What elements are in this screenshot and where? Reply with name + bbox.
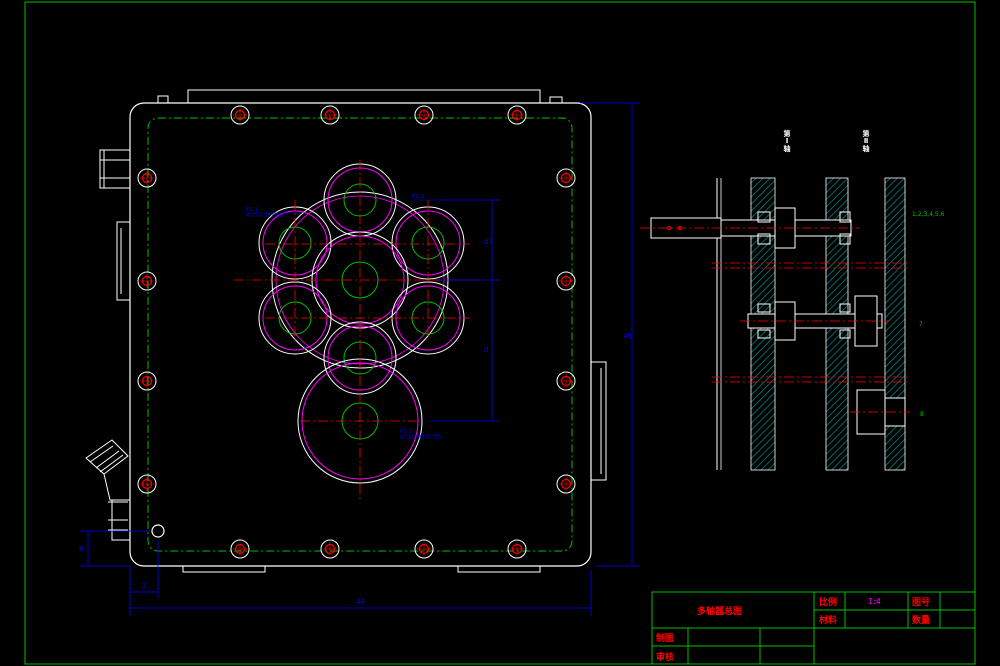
title-quantity-label: 数量 (912, 614, 930, 626)
bolt-hole (230, 539, 250, 559)
dim-bottom-overall: 48 (356, 598, 365, 606)
bolt-hole (507, 539, 527, 559)
gear-note-c-sub: m=3 z=40 d=120 (400, 435, 441, 441)
gear-note-a-sub: m=3 z=22 d=66 (246, 213, 284, 219)
part-note-3: 8 (920, 411, 924, 418)
gear-note-c-title: FS-3 (400, 429, 413, 435)
bolt-hole (137, 271, 157, 291)
dim-center-lower: d (484, 346, 488, 354)
title-scale-label: 比例 (819, 596, 837, 608)
bolt-hole (320, 105, 340, 125)
bolt-hole (414, 105, 434, 125)
part-note-1: 1,2,3,4,5,6 (912, 211, 945, 218)
bolt-hole (137, 474, 157, 494)
bolt-hole (507, 105, 527, 125)
assembly-drawing: 48 2 8 48 d3 d FS-1 m=3 z=22 d=66 FS-2 F… (0, 0, 1000, 666)
title-checked-by-label: 审核 (656, 651, 674, 663)
bolt-hole (556, 168, 576, 188)
title-material-label: 材料 (818, 614, 837, 626)
dim-left-small: 8 (79, 545, 83, 553)
shaft-label-1: 第Ⅰ轴 (783, 129, 791, 153)
title-drawing-name: 多轴器总图 (697, 605, 742, 617)
bolt-hole (556, 371, 576, 391)
title-drawn-by-label: 制图 (656, 632, 674, 644)
dim-right-overall: 48 (623, 332, 632, 340)
bolt-hole (556, 474, 576, 494)
bolt-hole (230, 105, 250, 125)
part-note-2: 7 (919, 321, 923, 328)
shaft-label-2: 第Ⅱ轴 (862, 129, 870, 153)
dim-center-upper: d3 (484, 238, 493, 246)
dim-bottom-small: 2 (142, 582, 146, 590)
bolt-hole (137, 168, 157, 188)
bolt-hole (414, 539, 434, 559)
gear-note-a-title: FS-1 (246, 207, 258, 213)
bolt-hole (320, 539, 340, 559)
bolt-hole (137, 371, 157, 391)
gear-note-b-title: FS-2 (412, 194, 424, 200)
title-drawing-no-label: 图号 (912, 597, 930, 608)
title-scale-value: 1:4 (868, 597, 881, 606)
bolt-hole (556, 271, 576, 291)
